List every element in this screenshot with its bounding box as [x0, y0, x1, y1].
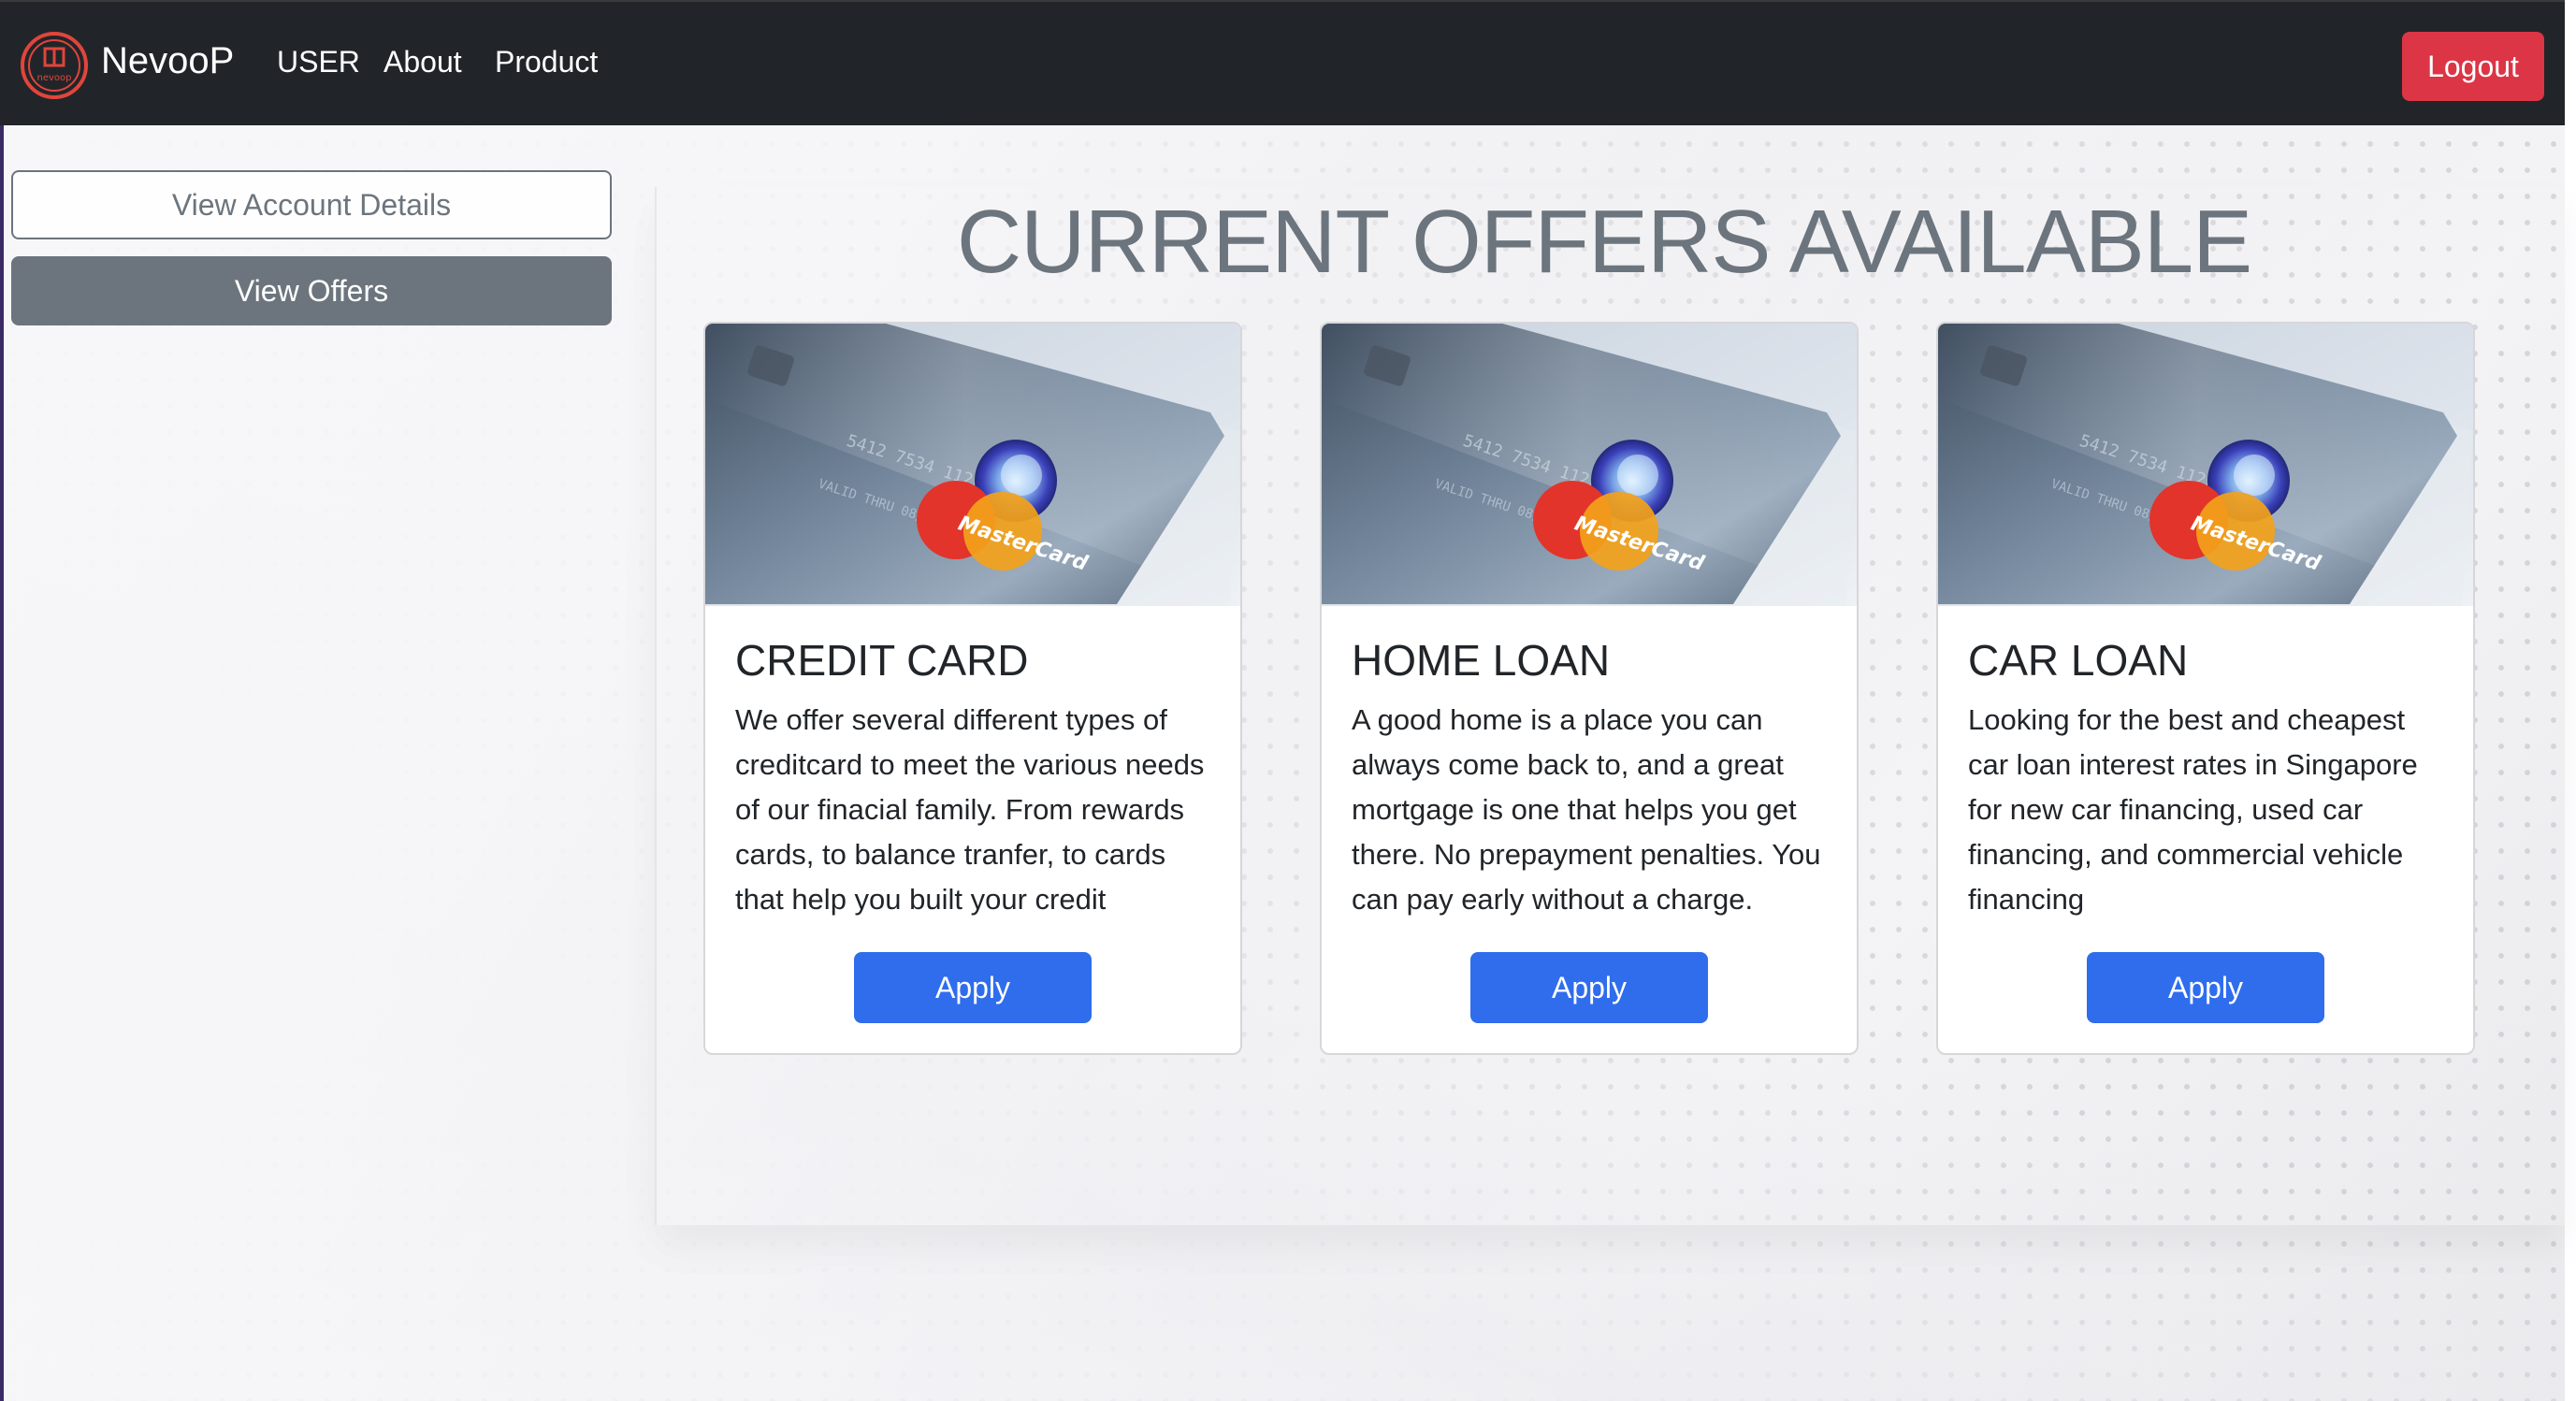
card-title: CAR LOAN	[1968, 636, 2189, 685]
card-description: We offer several different types of cred…	[735, 703, 1205, 916]
offer-card-car-loan: CAR LOAN Looking for the best and cheape…	[1936, 322, 2475, 1055]
page-title: CURRENT OFFERS AVAILABLE	[956, 192, 2252, 292]
credit-card-image	[705, 324, 1240, 606]
brand-name[interactable]: NevooP	[101, 37, 234, 84]
card-description: Looking for the best and cheapest car lo…	[1968, 703, 2418, 916]
offer-card-home-loan: HOME LOAN A good home is a place you can…	[1320, 322, 1859, 1055]
logout-button[interactable]: Logout	[2402, 32, 2544, 101]
card-title: CREDIT CARD	[735, 636, 1029, 685]
nevoop-logo-icon[interactable]: nevoop	[19, 30, 90, 101]
nav-link-user[interactable]: USER	[277, 43, 360, 80]
top-navbar: nevoop NevooP USER About Product Logout	[0, 0, 2565, 125]
offer-card-credit-card: CREDIT CARD We offer several different t…	[703, 322, 1242, 1055]
view-offers-button[interactable]: View Offers	[11, 256, 612, 325]
view-account-details-button[interactable]: View Account Details	[11, 170, 612, 239]
apply-home-loan-button[interactable]: Apply	[1470, 952, 1708, 1023]
nav-link-about[interactable]: About	[384, 43, 462, 80]
card-title: HOME LOAN	[1352, 636, 1611, 685]
home-loan-image	[1322, 324, 1857, 606]
nav-link-product[interactable]: Product	[495, 43, 598, 80]
logo-text: nevoop	[37, 73, 72, 83]
card-description: A good home is a place you can always co…	[1352, 703, 1821, 916]
car-loan-image	[1938, 324, 2473, 606]
apply-credit-card-button[interactable]: Apply	[854, 952, 1092, 1023]
apply-car-loan-button[interactable]: Apply	[2087, 952, 2324, 1023]
window-edge-right	[2565, 0, 2576, 1401]
window-edge	[0, 0, 4, 1401]
